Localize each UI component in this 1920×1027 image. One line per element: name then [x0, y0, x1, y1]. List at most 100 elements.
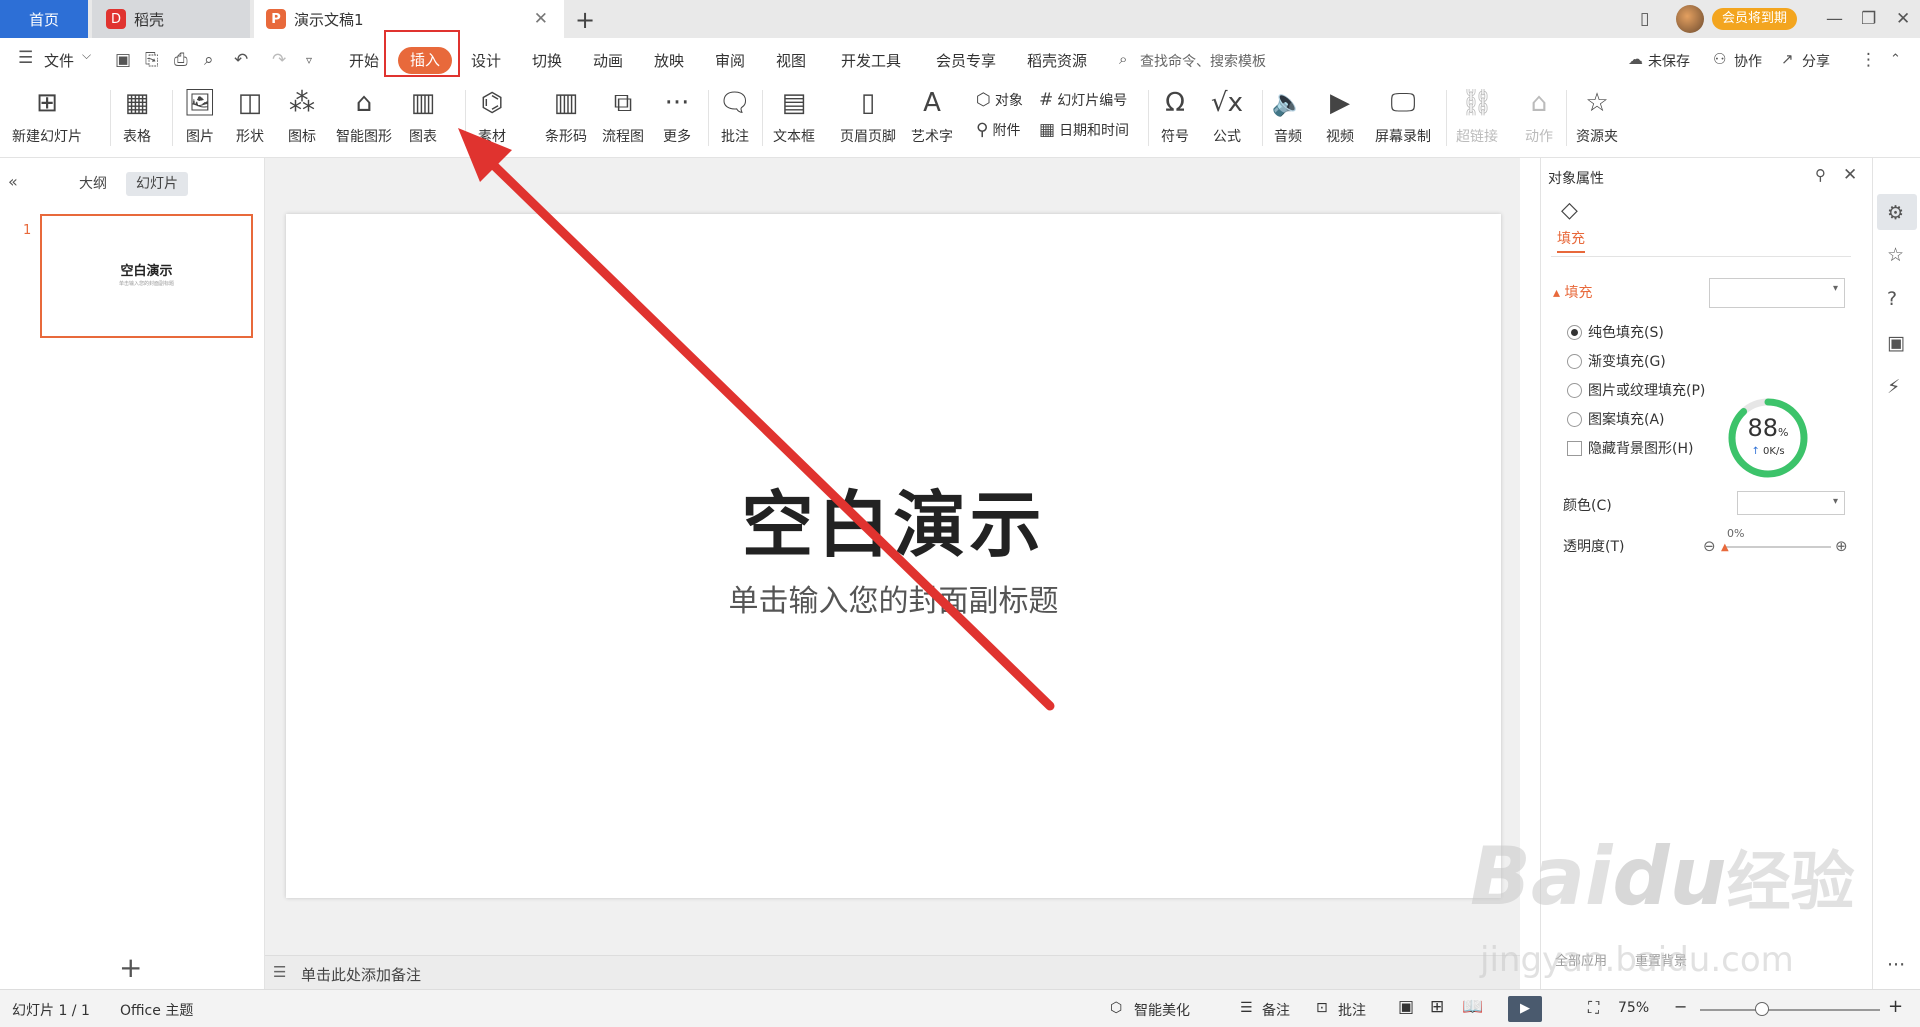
share-button[interactable]: 分享: [1802, 51, 1830, 71]
radio-button[interactable]: [1567, 411, 1582, 427]
menu-animation[interactable]: 动画: [593, 50, 623, 71]
more-options-icon[interactable]: ⋮: [1860, 50, 1877, 70]
unsaved-status[interactable]: 未保存: [1648, 51, 1690, 71]
print-preview-icon[interactable]: ⌕: [204, 50, 214, 70]
tab-outline[interactable]: 大纲: [69, 172, 117, 196]
radio-button[interactable]: [1567, 324, 1582, 340]
barcode-button[interactable]: ▥ 条形码: [545, 86, 587, 146]
zoom-in-icon[interactable]: +: [1888, 996, 1903, 1017]
menu-member[interactable]: 会员专享: [936, 50, 996, 71]
close-panel-icon[interactable]: ✕: [1843, 165, 1857, 185]
layout-icon[interactable]: ▯: [1640, 9, 1649, 29]
radio-button[interactable]: [1567, 353, 1582, 369]
more-button[interactable]: ··· 更多: [660, 86, 694, 146]
vip-badge[interactable]: 会员将到期: [1712, 8, 1798, 30]
pattern-fill-option[interactable]: 图案填充(A): [1567, 409, 1665, 429]
color-dropdown[interactable]: [1737, 491, 1845, 515]
textbox-button[interactable]: ▤ 文本框: [773, 86, 815, 146]
comment-button[interactable]: 🗨 批注: [718, 86, 752, 146]
gradient-fill-option[interactable]: 渐变填充(G): [1567, 351, 1666, 371]
menu-view[interactable]: 视图: [776, 50, 806, 71]
notes-bar[interactable]: ☰ 单击此处添加备注: [265, 955, 1520, 989]
object-button[interactable]: ⬡ 对象: [976, 90, 1023, 110]
slide[interactable]: 空白演示 单击输入您的封面副标题: [286, 214, 1501, 898]
export-pdf-icon[interactable]: ⎘: [145, 50, 159, 70]
zoom-out-icon[interactable]: −: [1674, 997, 1687, 1016]
radio-button[interactable]: [1567, 382, 1582, 398]
formula-button[interactable]: √x 公式: [1210, 86, 1244, 146]
decrease-icon[interactable]: ⊖: [1703, 537, 1716, 555]
table-button[interactable]: ▦ 表格: [120, 86, 154, 146]
zoom-slider-handle[interactable]: [1755, 1002, 1769, 1016]
material-button[interactable]: ⌬ 素材: [475, 86, 509, 146]
menu-developer[interactable]: 开发工具: [841, 50, 901, 71]
slide-thumbnail[interactable]: 空白演示 单击输入您的封面副标题: [40, 214, 253, 338]
hyperlink-button[interactable]: ⛓ 超链接: [1456, 86, 1498, 146]
menu-start[interactable]: 开始: [349, 50, 379, 71]
star-icon[interactable]: ☆: [1887, 244, 1904, 266]
close-window-icon[interactable]: ✕: [1896, 9, 1910, 29]
avatar[interactable]: [1676, 5, 1704, 33]
header-footer-button[interactable]: ▯ 页眉页脚: [840, 86, 896, 146]
picture-fill-option[interactable]: 图片或纹理填充(P): [1567, 380, 1705, 400]
sliders-icon[interactable]: ⚙: [1887, 202, 1904, 224]
lightning-icon[interactable]: ⚡: [1887, 376, 1900, 398]
pin-icon[interactable]: ⚲: [1815, 166, 1826, 184]
resource-button[interactable]: ☆ 资源夹: [1576, 86, 1618, 146]
action-button[interactable]: ⌂ 动作: [1522, 86, 1556, 146]
slider-handle-icon[interactable]: ▲: [1721, 542, 1729, 553]
solid-fill-option[interactable]: 纯色填充(S): [1567, 322, 1664, 342]
command-search-input[interactable]: 查找命令、搜索模板: [1140, 51, 1266, 71]
save-icon[interactable]: ▣: [115, 50, 131, 70]
flowchart-button[interactable]: ⧉ 流程图: [602, 86, 644, 146]
video-button[interactable]: ▶ 视频: [1323, 86, 1357, 146]
minimize-icon[interactable]: —: [1826, 9, 1843, 29]
hide-background-option[interactable]: 隐藏背景图形(H): [1567, 438, 1693, 458]
menu-file[interactable]: 文件: [44, 50, 74, 71]
fit-window-icon[interactable]: ⛶: [1588, 998, 1599, 1018]
normal-view-icon[interactable]: ▣: [1398, 997, 1414, 1017]
datetime-button[interactable]: ▦ 日期和时间: [1039, 120, 1129, 140]
audio-button[interactable]: 🔈 音频: [1271, 86, 1305, 146]
grid-view-icon[interactable]: ⊞: [1430, 997, 1444, 1017]
attachment-button[interactable]: ⚲ 附件: [976, 120, 1020, 140]
tab-docer[interactable]: D 稻壳: [92, 0, 250, 38]
icon-button[interactable]: ⁂ 图标: [285, 86, 319, 146]
menu-slideshow[interactable]: 放映: [654, 50, 684, 71]
transparency-slider[interactable]: [1725, 546, 1831, 548]
tab-slides[interactable]: 幻灯片: [126, 172, 188, 196]
picture-button[interactable]: 🖼 图片: [183, 86, 217, 146]
menu-design[interactable]: 设计: [471, 50, 501, 71]
customize-toolbar-icon[interactable]: ▿: [306, 53, 312, 67]
close-tab-icon[interactable]: ✕: [534, 9, 548, 29]
chart-button[interactable]: ▥ 图表: [406, 86, 440, 146]
shape-button[interactable]: ◫ 形状: [233, 86, 267, 146]
reading-view-icon[interactable]: 📖: [1462, 997, 1483, 1017]
checkbox[interactable]: [1567, 440, 1582, 456]
menu-review[interactable]: 审阅: [715, 50, 745, 71]
collaborate-button[interactable]: 协作: [1734, 51, 1762, 71]
network-speed-gauge[interactable]: 88% ↑ 0K/s: [1726, 396, 1810, 480]
comments-button[interactable]: 批注: [1338, 1000, 1366, 1020]
menu-docer-resources[interactable]: 稻壳资源: [1027, 50, 1087, 71]
smart-beautify-button[interactable]: 智能美化: [1134, 1000, 1190, 1020]
hamburger-icon[interactable]: ☰: [18, 48, 33, 68]
screen-record-button[interactable]: 🖵 屏幕录制: [1375, 86, 1431, 146]
symbol-button[interactable]: Ω 符号: [1158, 86, 1192, 146]
increase-icon[interactable]: ⊕: [1835, 537, 1848, 555]
notes-button[interactable]: 备注: [1262, 1000, 1290, 1020]
print-icon[interactable]: ⎙: [174, 50, 188, 70]
smart-graphic-button[interactable]: ⌂ 智能图形: [336, 86, 392, 146]
restore-icon[interactable]: ❐: [1861, 9, 1876, 29]
help-icon[interactable]: ?: [1887, 288, 1897, 310]
collapse-panel-icon[interactable]: «: [8, 172, 18, 191]
add-slide-icon[interactable]: +: [119, 951, 142, 984]
more-icon[interactable]: ···: [1887, 954, 1905, 976]
zoom-level[interactable]: 75%: [1618, 1000, 1649, 1016]
new-tab-icon[interactable]: +: [575, 6, 595, 34]
chevron-down-icon[interactable]: ⌵: [82, 48, 91, 63]
menu-transition[interactable]: 切换: [532, 50, 562, 71]
new-slide-button[interactable]: ⊞ 新建幻灯片: [12, 86, 82, 146]
undo-icon[interactable]: ↶: [234, 50, 248, 70]
slide-subtitle[interactable]: 单击输入您的封面副标题: [286, 576, 1501, 620]
